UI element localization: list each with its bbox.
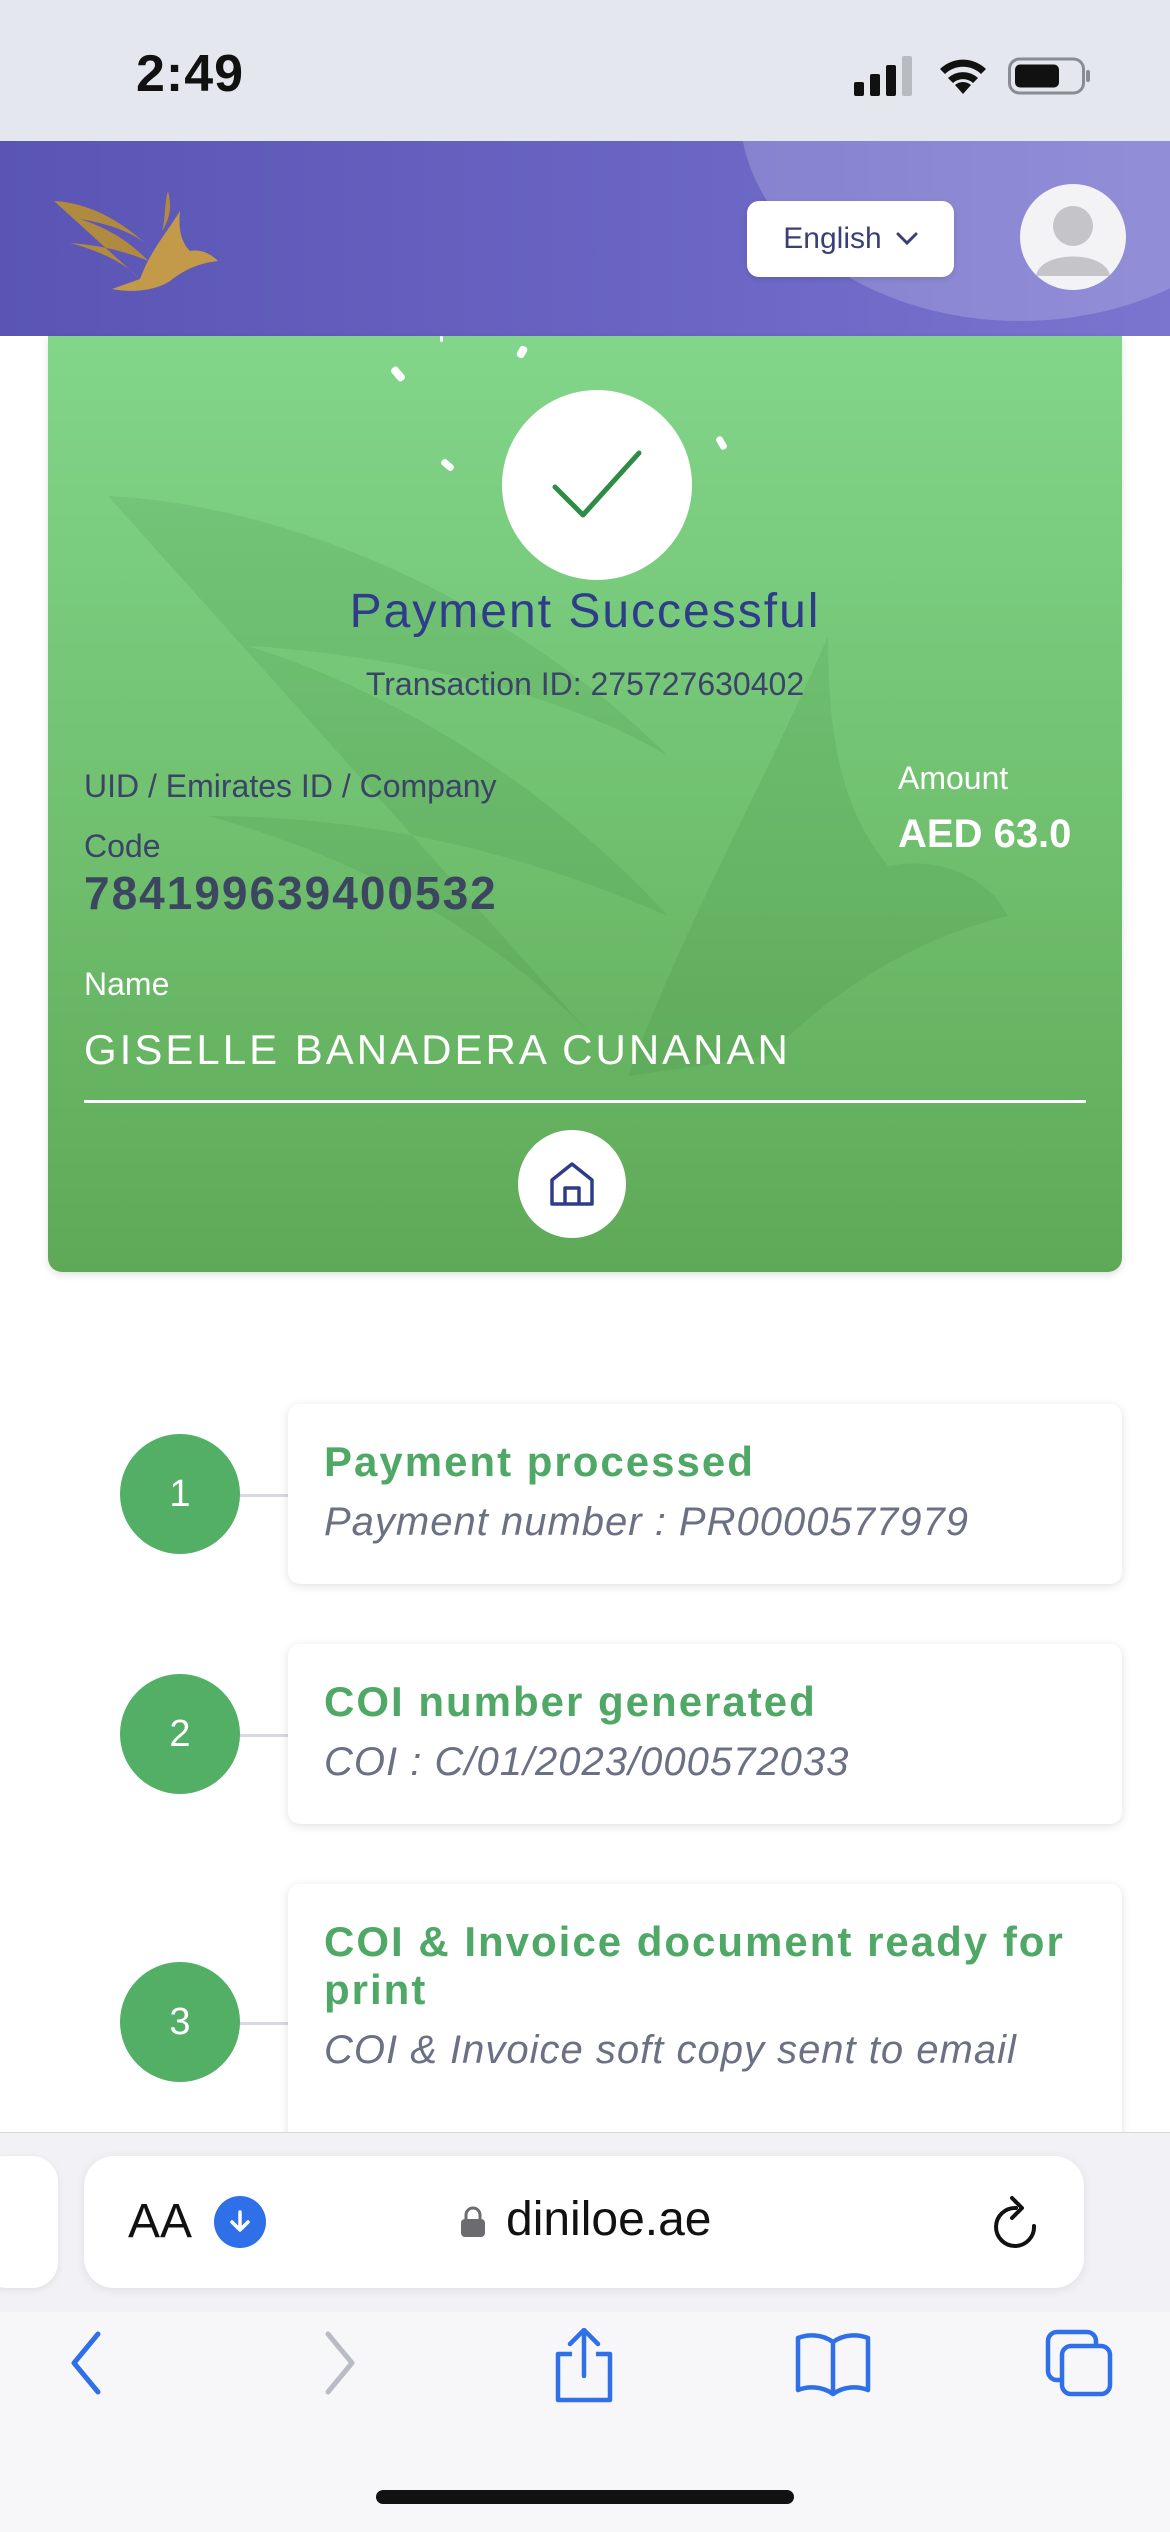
app-header: English — [0, 141, 1170, 336]
step-number-badge: 3 — [120, 1962, 240, 2082]
language-select[interactable]: English — [747, 201, 954, 277]
step-subtitle: COI : C/01/2023/000572033 — [324, 1740, 850, 1784]
step-title: Payment processed — [324, 1438, 755, 1485]
share-icon[interactable] — [552, 2328, 616, 2404]
language-select-label: English — [783, 222, 882, 255]
step-subtitle: COI & Invoice soft copy sent to email — [324, 2028, 1017, 2072]
uid-value: 784199639400532 — [84, 867, 498, 919]
previous-tab-preview[interactable] — [0, 2156, 58, 2288]
amount-label: Amount — [898, 760, 1009, 796]
lock-icon — [461, 2206, 485, 2237]
falcon-logo-icon[interactable] — [50, 181, 220, 296]
reader-text-size-button[interactable]: AA — [128, 2194, 192, 2249]
back-icon[interactable] — [64, 2328, 110, 2398]
step-number-badge: 2 — [120, 1674, 240, 1794]
forward-icon[interactable] — [316, 2328, 362, 2398]
tabs-icon[interactable] — [1044, 2328, 1116, 2400]
payment-success-title: Payment Successful — [349, 585, 821, 638]
checkmark-icon — [552, 450, 642, 518]
divider — [84, 1100, 1086, 1103]
name-value: GISELLE BANADERA CUNANAN — [84, 1026, 791, 1073]
home-button[interactable] — [518, 1130, 626, 1238]
cellular-signal-icon — [854, 56, 912, 96]
home-indicator — [376, 2490, 794, 2504]
step-title: COI number generated — [324, 1678, 817, 1725]
success-check-badge — [502, 390, 692, 580]
wifi-icon — [940, 59, 986, 94]
battery-icon — [1008, 57, 1090, 95]
uid-label: UID / Emirates ID / Company Code — [84, 768, 497, 864]
status-time: 2:49 — [136, 45, 245, 103]
step-title: COI & Invoice document ready for print — [324, 1918, 1065, 2013]
amount-value: AED 63.0 — [898, 812, 1072, 856]
user-avatar[interactable] — [1020, 184, 1126, 290]
bookmarks-icon[interactable] — [794, 2328, 872, 2398]
chevron-down-icon — [896, 232, 918, 246]
url-text[interactable]: diniloe.ae — [506, 2192, 712, 2247]
step-card-documents-ready: COI & Invoice document ready for print C… — [288, 1884, 1122, 2144]
download-icon[interactable] — [214, 2196, 266, 2248]
transaction-id: Transaction ID: 275727630402 — [365, 666, 805, 702]
step-card-payment-processed: Payment processed Payment number : PR000… — [288, 1404, 1122, 1584]
step-subtitle: Payment number : PR0000577979 — [324, 1500, 969, 1544]
home-icon — [550, 1162, 594, 1206]
user-icon — [1036, 206, 1110, 276]
status-bar: 2:49 — [0, 0, 1170, 141]
reload-icon[interactable] — [990, 2192, 1042, 2252]
name-label: Name — [84, 966, 170, 1002]
step-number-badge: 1 — [120, 1434, 240, 1554]
payment-success-card: Payment Successful Transaction ID: 27572… — [48, 336, 1122, 1272]
step-card-coi-generated: COI number generated COI : C/01/2023/000… — [288, 1644, 1122, 1824]
text-size-label: AA — [128, 2195, 193, 2248]
